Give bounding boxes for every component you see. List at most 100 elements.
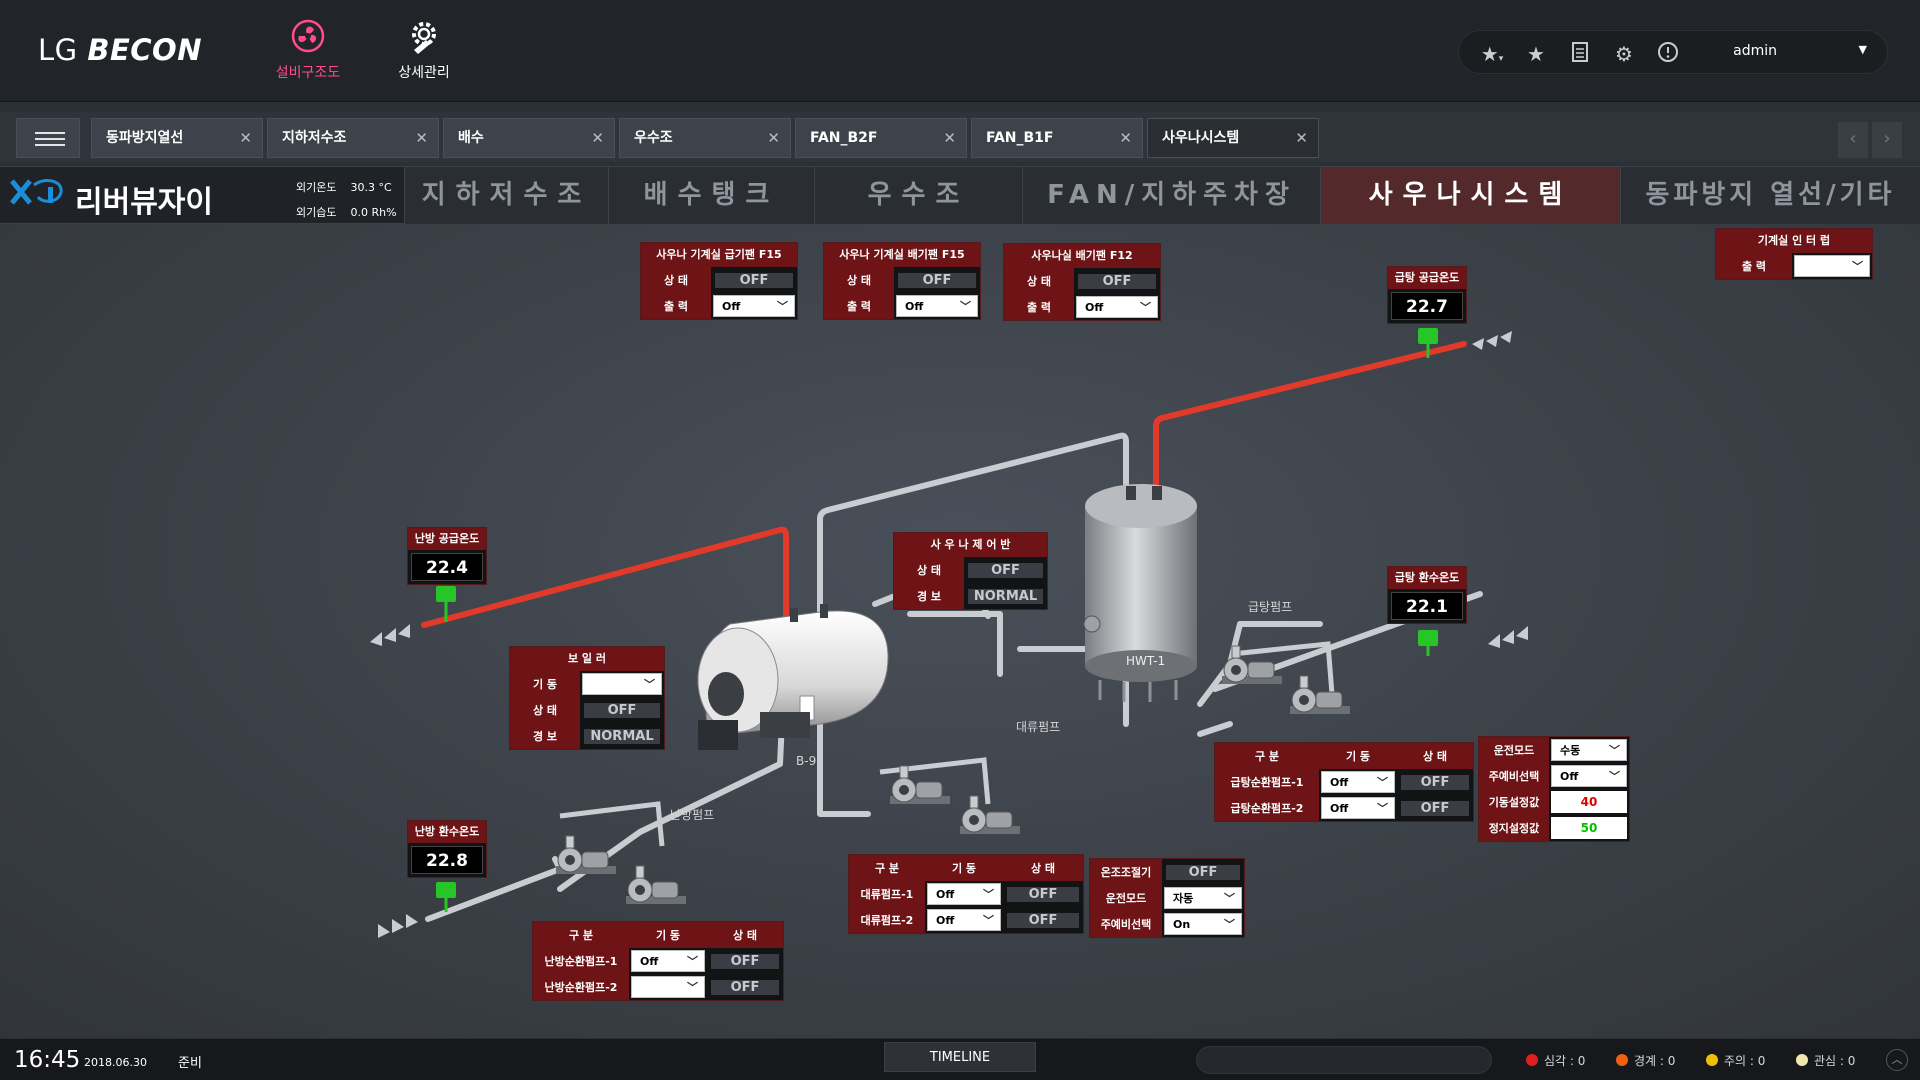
temp-value: 22.1 — [1391, 592, 1463, 620]
tab-underground-tank[interactable]: 지하저수조 ✕ — [267, 118, 439, 158]
boiler-status: OFF — [582, 700, 662, 720]
sauna-status: OFF — [966, 560, 1045, 580]
boiler-tag: B-9 — [796, 754, 817, 768]
convection-pump-table: 구 분 기 동 상 태 대류펌프-1 Off ﹀ OFF 대류펌프-2 Off ﹀ … — [848, 854, 1084, 934]
tab-next-icon[interactable]: › — [1872, 122, 1902, 158]
convection-pump-label: 대류펌프 — [1016, 720, 1061, 734]
fan-output-select[interactable]: Off ﹀ — [896, 295, 978, 317]
table-row: 급탕순환펌프-1 Off ﹀ OFF — [1215, 769, 1473, 795]
table-row: 급탕순환펌프-2 Off ﹀ OFF — [1215, 795, 1473, 821]
pump-status: OFF — [709, 977, 781, 997]
menu-tab-drain-tank[interactable]: 배수탱크 — [608, 167, 814, 224]
diagram-canvas: B-9 HWT-1 급탕펌프 대류펌프 난방펌프 사우나 기계실 급기팬 F15… — [0, 224, 1920, 1038]
user-menu-caret-icon[interactable]: ▼ — [1859, 43, 1867, 56]
hamburger-menu-icon[interactable] — [16, 118, 80, 158]
alarm-warning[interactable]: 경계 : 0 — [1616, 1052, 1675, 1069]
alarm-critical[interactable]: 심각 : 0 — [1526, 1052, 1585, 1069]
temp-value: 22.4 — [411, 553, 483, 581]
temp-sensors — [436, 328, 1438, 912]
system-state: 준비 — [178, 1056, 202, 1071]
boiler-run-select[interactable]: ﹀ — [582, 673, 662, 695]
pump-run-select[interactable]: Off ﹀ — [1321, 771, 1395, 793]
panel-title: 사우나 기계실 배기팬 F15 — [824, 243, 980, 267]
tab-frost-heater[interactable]: 동파방지열선 ✕ — [91, 118, 263, 158]
timeline-button[interactable]: TIMELINE — [884, 1042, 1036, 1072]
nav-facility-diagram[interactable]: 설비구조도 — [253, 16, 363, 88]
panel-title: 보 일 러 — [510, 647, 664, 671]
menu-tab-rainwater[interactable]: 우수조 — [814, 167, 1022, 224]
temp-value: 22.8 — [411, 846, 483, 874]
weather-info: 외기온도 30.3 °C 외기습도 0.0 Rh% — [296, 175, 397, 225]
stop-setpoint-input[interactable]: 50 — [1551, 817, 1627, 839]
pump-run-select[interactable]: Off ﹀ — [927, 883, 1001, 905]
toolbar: ★▾ ★ ⚙ admin ▼ — [1458, 30, 1888, 74]
boiler-unit[interactable] — [697, 604, 889, 750]
standby-select[interactable]: On ﹀ — [1164, 913, 1242, 935]
nav-detail-management[interactable]: 상세관리 — [369, 16, 479, 88]
tab-close-icon[interactable]: ✕ — [239, 119, 252, 157]
operation-mode-select[interactable]: 자동 ﹀ — [1164, 887, 1242, 909]
expand-up-icon[interactable]: ︿ — [1886, 1049, 1908, 1071]
hot-pump-table: 구 분 기 동 상 태 급탕순환펌프-1 Off ﹀ OFF 급탕순환펌프-2 O… — [1214, 742, 1474, 822]
alarm-interest[interactable]: 관심 : 0 — [1796, 1052, 1855, 1069]
tab-close-icon[interactable]: ✕ — [943, 119, 956, 157]
hot-water-pumps[interactable] — [1221, 641, 1351, 715]
document-icon[interactable] — [1567, 41, 1593, 67]
fan-output-select[interactable]: Off ﹀ — [1076, 296, 1158, 318]
fan-status: OFF — [896, 270, 978, 290]
clock-time: 16:45 — [14, 1047, 81, 1073]
menu-tab-fan-parking[interactable]: FAN/지하주차장 — [1022, 167, 1320, 224]
heating-pump-table: 구 분 기 동 상 태 난방순환펌프-1 Off ﹀ OFF 난방순환펌프-2 ﹀… — [532, 921, 784, 1001]
pump-status: OFF — [1005, 910, 1081, 930]
pump-status: OFF — [709, 951, 781, 971]
tab-prev-icon[interactable]: ‹ — [1838, 122, 1868, 158]
hot-return-temp: 급탕 환수온도 22.1 — [1387, 566, 1467, 624]
fan-panel-exhaust-f15: 사우나 기계실 배기팬 F15 상 태 OFF 출 력 Off ﹀ — [823, 242, 981, 320]
hot-water-tank[interactable] — [1083, 484, 1197, 702]
alarm-search-input[interactable] — [1196, 1046, 1492, 1074]
site-name: 리버뷰자이 — [75, 185, 213, 220]
temp-value: 22.7 — [1391, 292, 1463, 320]
tab-fan-b1f[interactable]: FAN_B1F ✕ — [971, 118, 1143, 158]
boiler-panel: 보 일 러 기 동 ﹀ 상 태 OFF 경 보 NORMAL — [509, 646, 665, 750]
start-setpoint-input[interactable]: 40 — [1551, 791, 1627, 813]
interlock-output-select[interactable]: ﹀ — [1794, 255, 1870, 277]
table-row: 대류펌프-1 Off ﹀ OFF — [849, 881, 1083, 907]
tab-sauna-system[interactable]: 사우나시스템 ✕ — [1147, 118, 1319, 158]
tab-rainwater[interactable]: 우수조 ✕ — [619, 118, 791, 158]
menu-tab-underground-tank[interactable]: 지하저수조 — [404, 167, 608, 224]
tab-close-icon[interactable]: ✕ — [767, 119, 780, 157]
pump-status: OFF — [1005, 884, 1081, 904]
tab-close-icon[interactable]: ✕ — [1295, 119, 1308, 157]
tab-fan-b2f[interactable]: FAN_B2F ✕ — [795, 118, 967, 158]
star-menu-icon[interactable]: ★▾ — [1479, 41, 1505, 67]
fan-status: OFF — [1076, 271, 1158, 291]
tab-close-icon[interactable]: ✕ — [591, 119, 604, 157]
standby-select[interactable]: Off ﹀ — [1551, 765, 1627, 787]
menu-tab-frost-heater-etc[interactable]: 동파방지 열선/기타 — [1620, 167, 1920, 224]
pump-run-select[interactable]: Off ﹀ — [631, 950, 705, 972]
sauna-alarm: NORMAL — [966, 586, 1045, 606]
tab-close-icon[interactable]: ✕ — [1119, 119, 1132, 157]
fan-status: OFF — [713, 270, 795, 290]
panel-title: 사우나 기계실 급기팬 F15 — [641, 243, 797, 267]
settings-icon[interactable]: ⚙ — [1611, 41, 1637, 67]
operation-mode-select[interactable]: 수동 ﹀ — [1551, 739, 1627, 761]
xi-brand-logo — [10, 179, 63, 205]
tank-tag: HWT-1 — [1126, 654, 1166, 668]
fan-output-select[interactable]: Off ﹀ — [713, 295, 795, 317]
menu-tab-sauna-system[interactable]: 사우나시스템 — [1320, 167, 1620, 224]
pump-run-select[interactable]: ﹀ — [631, 976, 705, 998]
user-name[interactable]: admin — [1733, 43, 1777, 59]
panel-title: 기계실 인 터 럽 — [1716, 229, 1872, 253]
flow-arrows — [370, 331, 1528, 938]
favorite-add-icon[interactable]: ★ — [1523, 41, 1549, 67]
pump-run-select[interactable]: Off ﹀ — [927, 909, 1001, 931]
alarm-caution[interactable]: 주의 : 0 — [1706, 1052, 1765, 1069]
nav-label: 설비구조도 — [275, 65, 341, 81]
pump-run-select[interactable]: Off ﹀ — [1321, 797, 1395, 819]
tab-drain[interactable]: 배수 ✕ — [443, 118, 615, 158]
tab-close-icon[interactable]: ✕ — [415, 119, 428, 157]
info-icon[interactable] — [1655, 41, 1681, 67]
convection-pumps[interactable] — [879, 757, 1021, 835]
